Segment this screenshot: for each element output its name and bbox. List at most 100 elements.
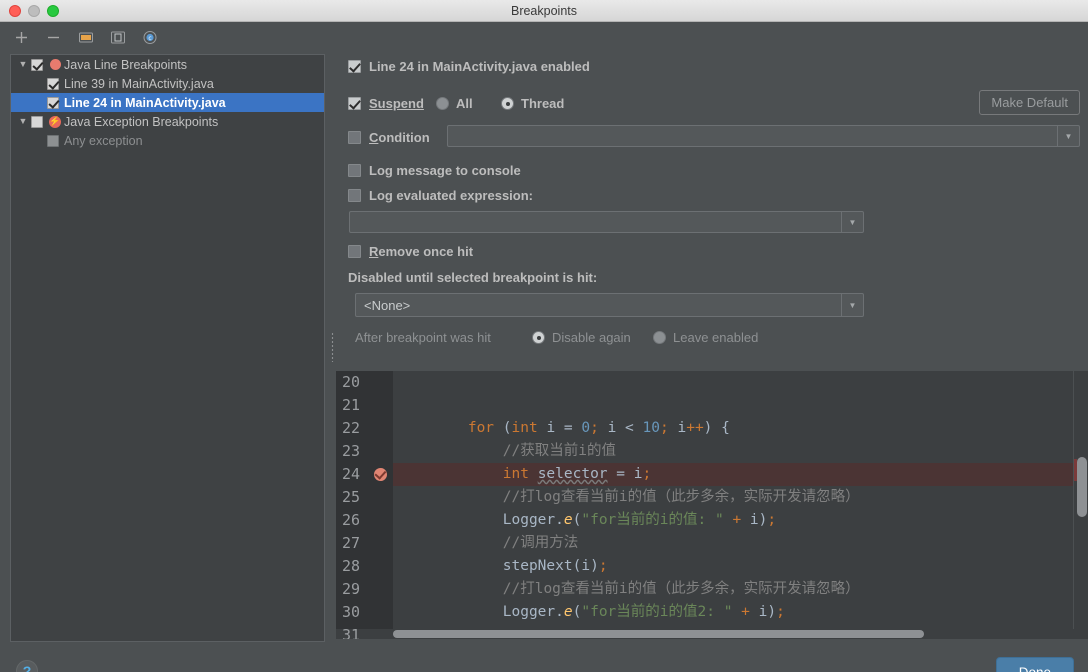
gutter-line-number: 24 — [336, 463, 393, 486]
suspend-all-radio-group[interactable]: All — [436, 96, 473, 111]
editor-code-area[interactable]: for (int i = 0; i < 10; i++) { //获取当前i的值… — [393, 371, 1088, 629]
minus-icon[interactable] — [44, 28, 63, 47]
code-line: //调用方法 — [398, 535, 579, 551]
twisty-expanded-icon[interactable]: ▼ — [15, 60, 31, 69]
breakpoint-marker-icon[interactable] — [374, 468, 387, 481]
tree-item-label: Java Exception Breakpoints — [64, 114, 219, 129]
file-icon[interactable] — [108, 28, 127, 47]
tree-row[interactable]: ▼Line 39 in MainActivity.java — [11, 74, 324, 93]
code-line: int selector = i; — [393, 463, 1088, 486]
suspend-thread-label: Thread — [521, 96, 565, 111]
code-line: //打log查看当前i的值（此步多余，实际开发请忽略） — [398, 489, 860, 505]
tree-row[interactable]: ▼ Java Line Breakpoints — [11, 55, 324, 74]
disable-again-radio-group[interactable]: Disable again — [532, 330, 631, 345]
breakpoints-tree[interactable]: ▼Java Line Breakpoints▼Line 39 in MainAc… — [10, 54, 325, 642]
breakpoint-enabled-row[interactable]: Line 24 in MainActivity.java enabled — [348, 59, 590, 74]
gutter-line-number: 29 — [342, 580, 361, 598]
tree-item-checkbox[interactable] — [31, 115, 43, 128]
plus-icon[interactable] — [12, 28, 31, 47]
condition-checkbox[interactable] — [348, 131, 361, 144]
log-expression-checkbox[interactable] — [348, 189, 361, 202]
gutter-line-number: 28 — [342, 557, 361, 575]
breakpoints-panel: c ▼Java Line Breakpoints▼Line 39 in Main… — [0, 22, 335, 650]
leave-enabled-radio-group[interactable]: Leave enabled — [653, 330, 758, 345]
log-message-checkbox[interactable] — [348, 164, 361, 177]
chevron-down-icon[interactable]: ▼ — [841, 212, 863, 232]
folder-icon[interactable] — [76, 28, 95, 47]
log-expression-label: Log evaluated expression: — [369, 188, 533, 203]
editor-vertical-scroll-thumb[interactable] — [1077, 457, 1087, 517]
disabled-until-select[interactable]: <None> ▼ — [355, 293, 864, 317]
editor-horizontal-scrollbar[interactable] — [336, 629, 1088, 639]
log-message-checkbox-group[interactable]: Log message to console — [348, 163, 521, 178]
class-icon[interactable]: c — [140, 28, 159, 47]
tree-item-label: Java Line Breakpoints — [64, 57, 187, 72]
gutter-line-number: 26 — [342, 511, 361, 529]
close-window-button[interactable] — [9, 4, 21, 17]
make-default-button[interactable]: Make Default — [979, 90, 1080, 115]
svg-text:c: c — [148, 35, 151, 42]
condition-label: Condition — [369, 130, 430, 145]
suspend-thread-radio[interactable] — [501, 97, 514, 110]
tree-item-checkbox[interactable] — [47, 96, 59, 109]
disable-again-label: Disable again — [552, 330, 631, 345]
done-button[interactable]: Done — [995, 657, 1074, 672]
tree-item-checkbox[interactable] — [47, 77, 59, 90]
suspend-all-radio[interactable] — [436, 97, 449, 110]
suspend-checkbox-group[interactable]: Suspend — [348, 96, 424, 111]
tree-item-checkbox[interactable] — [47, 134, 59, 147]
gutter-line-number: 27 — [342, 534, 361, 552]
code-line: Logger.e("for当前的i的值: " + i); — [502, 512, 777, 528]
suspend-thread-radio-group[interactable]: Thread — [501, 96, 564, 111]
window-title-bar: Breakpoints — [0, 0, 1088, 22]
dialog-body: c ▼Java Line Breakpoints▼Line 39 in Main… — [0, 22, 1088, 672]
remove-once-hit-checkbox-group[interactable]: Remove once hit — [348, 244, 473, 259]
splitter-grip-icon[interactable] — [331, 332, 334, 362]
line-breakpoint-icon — [48, 58, 62, 72]
breakpoint-enabled-label: Line 24 in MainActivity.java enabled — [369, 59, 590, 74]
help-button[interactable]: ? — [16, 660, 38, 672]
chevron-down-icon[interactable]: ▼ — [841, 294, 863, 316]
maximize-window-button[interactable] — [47, 4, 59, 17]
window-title: Breakpoints — [510, 3, 577, 18]
breakpoint-enabled-checkbox[interactable] — [348, 60, 361, 73]
tree-row[interactable]: ▼ ⚡ Java Exception Breakpoints — [11, 112, 324, 131]
log-expression-input[interactable]: ▼ — [349, 211, 864, 233]
after-hit-label: After breakpoint was hit — [355, 330, 491, 345]
code-line: stepNext(i); — [502, 558, 608, 574]
disabled-until-label: Disabled until selected breakpoint is hi… — [348, 270, 598, 285]
code-line: for (int i = 0; i < 10; i++) { — [467, 420, 730, 436]
tree-item-label: Line 39 in MainActivity.java — [64, 76, 214, 91]
code-line: //获取当前i的值 — [398, 443, 616, 459]
exception-breakpoint-icon: ⚡ — [49, 115, 61, 128]
condition-input[interactable]: ▼ — [447, 125, 1080, 147]
leave-enabled-radio[interactable] — [653, 331, 666, 344]
tree-item-checkbox[interactable] — [31, 58, 43, 71]
remove-once-hit-checkbox[interactable] — [348, 245, 361, 258]
source-preview: 20 21 22 23 24 25 26 27 28 29 30 31 for (int i = 0;… — [336, 371, 1088, 639]
chevron-down-icon[interactable]: ▼ — [1057, 126, 1079, 146]
disable-again-radio[interactable] — [532, 331, 545, 344]
editor-vertical-scrollbar[interactable] — [1073, 371, 1088, 629]
gutter-line-number: 23 — [342, 442, 361, 460]
breakpoints-toolbar: c — [0, 22, 335, 52]
log-message-label: Log message to console — [369, 163, 521, 178]
gutter-line-number: 20 — [342, 373, 361, 391]
tree-item-label: Line 24 in MainActivity.java — [64, 95, 226, 110]
editor-horizontal-scroll-thumb[interactable] — [393, 630, 924, 638]
editor-gutter[interactable]: 20 21 22 23 24 25 26 27 28 29 30 31 — [336, 371, 393, 639]
twisty-expanded-icon[interactable]: ▼ — [15, 117, 31, 126]
suspend-all-label: All — [456, 96, 473, 111]
log-expression-checkbox-group[interactable]: Log evaluated expression: — [348, 188, 533, 203]
suspend-checkbox[interactable] — [348, 97, 361, 110]
minimize-window-button[interactable] — [28, 4, 40, 17]
gutter-line-number: 25 — [342, 488, 361, 506]
condition-checkbox-group[interactable]: Condition — [348, 130, 430, 145]
dialog-footer: ? Done — [0, 650, 1088, 672]
tree-item-label: Any exception — [64, 133, 143, 148]
window-controls[interactable] — [9, 4, 59, 17]
disabled-until-value: <None> — [364, 297, 411, 313]
suspend-label: Suspend — [369, 96, 424, 111]
tree-row[interactable]: ▼Any exception — [11, 131, 324, 150]
tree-row[interactable]: ▼Line 24 in MainActivity.java — [11, 93, 324, 112]
